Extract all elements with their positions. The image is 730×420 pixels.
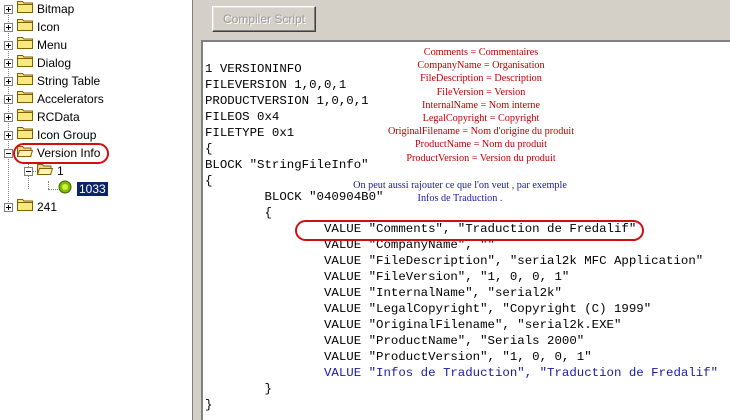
folder-icon xyxy=(36,162,57,180)
translation-note: FileDescription = Description xyxy=(420,73,542,85)
folder-icon xyxy=(17,0,37,18)
code-line: VALUE "ProductVersion", "1, 0, 0, 1" xyxy=(205,350,592,364)
version-info-highlight-ring xyxy=(13,143,109,164)
expand-icon[interactable] xyxy=(4,40,13,50)
translation-note: CompanyName = Organisation xyxy=(417,60,545,72)
code-line: VALUE "LegalCopyright", "Copyright (C) 1… xyxy=(205,302,652,316)
expand-icon[interactable] xyxy=(4,22,13,32)
code-line: { xyxy=(205,206,272,220)
code-line: FILEOS 0x4 xyxy=(205,110,280,124)
tree-item-1033[interactable]: 1033 xyxy=(44,180,108,198)
folder-icon xyxy=(17,36,37,54)
translation-note: OriginalFilename = Nom d'origine du prod… xyxy=(387,126,575,138)
script-editor[interactable]: 1 VERSIONINFO FILEVERSION 1,0,0,1 PRODUCTV… xyxy=(201,40,730,420)
tree-item-icon[interactable]: Icon xyxy=(4,18,60,36)
code-line: VALUE "FileVersion", "1, 0, 0, 1" xyxy=(205,270,570,284)
tree-item-241[interactable]: 241 xyxy=(4,198,57,216)
translation-note: Comments = Commentaires xyxy=(423,47,539,58)
expand-icon[interactable] xyxy=(4,76,13,86)
code-line: FILETYPE 0x1 xyxy=(205,126,295,140)
tree-item-label: Accelerators xyxy=(37,92,104,106)
expand-icon[interactable] xyxy=(4,94,13,104)
translation-note: InternalName = Nom interne xyxy=(421,99,541,111)
code-line: VALUE "ProductName", "Serials 2000" xyxy=(205,334,585,348)
resource-tree[interactable]: Bitmap Icon Menu Dialog String Table Accelera… xyxy=(0,0,193,420)
code-line: } xyxy=(205,382,272,396)
folder-icon xyxy=(17,198,37,216)
tree-item-label: Menu xyxy=(37,38,68,52)
tree-item-rcdata[interactable]: RCData xyxy=(4,108,80,126)
tip-line-1: On peut aussi rajouter ce que l'on veut … xyxy=(353,180,567,191)
code-line: VALUE "InternalName", "serial2k" xyxy=(205,286,562,300)
translation-note: ProductName = Nom du produit xyxy=(415,139,547,151)
code-line: FILEVERSION 1,0,0,1 xyxy=(205,78,347,92)
tree-item-label: String Table xyxy=(37,74,101,88)
tree-item-bitmap[interactable]: Bitmap xyxy=(4,0,74,18)
tree-item-label: Bitmap xyxy=(37,2,75,16)
compile-script-button[interactable]: Compiler Script xyxy=(212,6,316,32)
tree-item-accelerators[interactable]: Accelerators xyxy=(4,90,104,108)
code-line: } xyxy=(205,398,213,412)
code-line: BLOCK "StringFileInfo" xyxy=(205,158,369,172)
tree-item-string-table[interactable]: String Table xyxy=(4,72,100,90)
expand-icon[interactable] xyxy=(4,130,13,140)
folder-icon xyxy=(17,72,37,90)
translation-note: ProductVersion = Version du produit xyxy=(406,152,556,164)
folder-icon xyxy=(17,18,37,36)
gear-icon xyxy=(57,179,77,200)
tree-item-icon-group[interactable]: Icon Group xyxy=(4,126,96,144)
code-line: 1 VERSIONINFO xyxy=(205,62,302,76)
tree-item-menu[interactable]: Menu xyxy=(4,36,67,54)
folder-icon xyxy=(17,90,37,108)
code-line: VALUE "FileDescription", "serial2k MFC A… xyxy=(205,254,704,268)
tree-item-dialog[interactable]: Dialog xyxy=(4,54,71,72)
collapse-icon[interactable] xyxy=(24,166,33,176)
comments-highlight-ring xyxy=(295,220,644,241)
expand-icon[interactable] xyxy=(4,4,13,14)
tree-item-label: Icon xyxy=(37,20,60,34)
tip-line-2: Infos de Traduction . xyxy=(417,193,503,205)
tree-item-label: RCData xyxy=(37,110,80,124)
collapse-icon[interactable] xyxy=(4,148,13,158)
tree-item-label: Icon Group xyxy=(37,128,97,142)
tree-item-label: 1 xyxy=(57,164,64,178)
code-line: VALUE "OriginalFilename", "serial2k.EXE" xyxy=(205,318,622,332)
expand-icon[interactable] xyxy=(4,202,13,212)
code-line: { xyxy=(205,142,213,156)
expand-icon[interactable] xyxy=(4,58,13,68)
tree-item-label: Dialog xyxy=(37,56,72,70)
tree-item-label: 1033 xyxy=(77,182,108,196)
folder-icon xyxy=(17,54,37,72)
tree-item-label: 241 xyxy=(37,200,58,214)
code-line: VALUE "Infos de Traduction", "Traduction… xyxy=(205,366,719,380)
tree-item-1[interactable]: 1 xyxy=(24,162,64,180)
translation-note: FileVersion = Version xyxy=(436,86,526,98)
expand-icon[interactable] xyxy=(4,112,13,122)
folder-icon xyxy=(17,108,37,126)
translation-note: LegalCopyright = Copyright xyxy=(422,113,540,125)
code-line: PRODUCTVERSION 1,0,0,1 xyxy=(205,94,369,108)
code-line: { xyxy=(205,174,213,188)
folder-icon xyxy=(17,126,37,144)
